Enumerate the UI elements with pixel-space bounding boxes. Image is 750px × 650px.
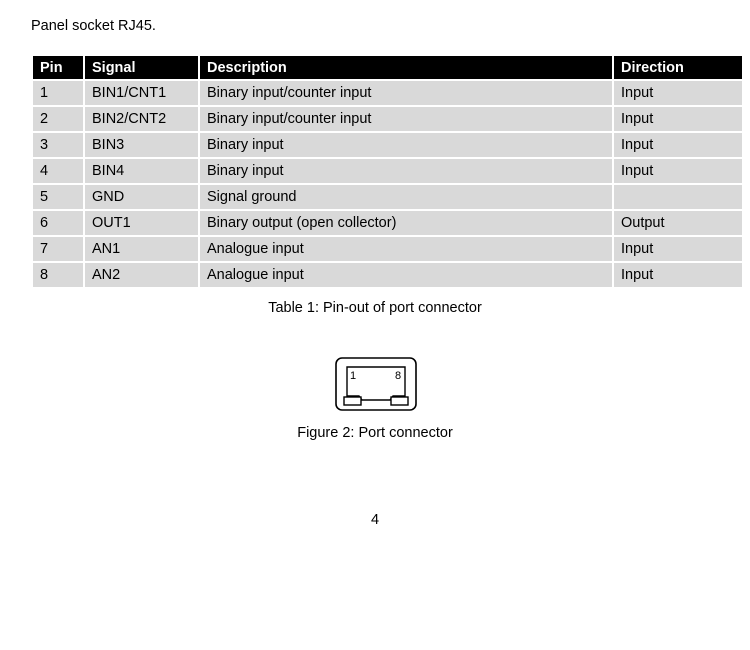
table-row: 2 BIN2/CNT2 Binary input/counter input I… xyxy=(33,107,742,131)
column-header-description: Description xyxy=(200,56,612,79)
cell-description: Analogue input xyxy=(200,237,612,261)
cell-signal: BIN4 xyxy=(85,159,198,183)
table-row: 4 BIN4 Binary input Input xyxy=(33,159,742,183)
cell-direction: Input xyxy=(614,237,742,261)
cell-pin: 6 xyxy=(33,211,83,235)
table-caption: Table 1: Pin-out of port connector xyxy=(268,300,482,316)
pinout-table: Pin Signal Description Direction 1 BIN1/… xyxy=(31,54,744,289)
rj45-socket-icon: 1 8 xyxy=(335,357,417,411)
intro-text: Panel socket RJ45. xyxy=(31,18,156,34)
table-row: 1 BIN1/CNT1 Binary input/counter input I… xyxy=(33,81,742,105)
page-number: 4 xyxy=(370,512,380,528)
cell-signal: AN1 xyxy=(85,237,198,261)
table-row: 7 AN1 Analogue input Input xyxy=(33,237,742,261)
cell-direction: Input xyxy=(614,107,742,131)
table-row: 8 AN2 Analogue input Input xyxy=(33,263,742,287)
table-header: Pin Signal Description Direction xyxy=(33,56,742,79)
table-body: 1 BIN1/CNT1 Binary input/counter input I… xyxy=(33,81,742,287)
cell-signal: BIN1/CNT1 xyxy=(85,81,198,105)
pin-label-left: 1 xyxy=(350,370,356,382)
cell-pin: 3 xyxy=(33,133,83,157)
cell-pin: 7 xyxy=(33,237,83,261)
cell-pin: 5 xyxy=(33,185,83,209)
cell-direction: Input xyxy=(614,159,742,183)
cell-signal: AN2 xyxy=(85,263,198,287)
table-row: 5 GND Signal ground xyxy=(33,185,742,209)
cell-pin: 1 xyxy=(33,81,83,105)
cell-description: Binary input xyxy=(200,133,612,157)
cell-direction: Input xyxy=(614,263,742,287)
table-row: 3 BIN3 Binary input Input xyxy=(33,133,742,157)
column-header-signal: Signal xyxy=(85,56,198,79)
cell-description: Binary output (open collector) xyxy=(200,211,612,235)
column-header-pin: Pin xyxy=(33,56,83,79)
pin-label-right: 8 xyxy=(395,370,401,382)
cell-signal: BIN3 xyxy=(85,133,198,157)
cell-pin: 8 xyxy=(33,263,83,287)
cell-description: Signal ground xyxy=(200,185,612,209)
table-header-row: Pin Signal Description Direction xyxy=(33,56,742,79)
cell-description: Analogue input xyxy=(200,263,612,287)
cell-description: Binary input xyxy=(200,159,612,183)
cell-direction: Input xyxy=(614,81,742,105)
cell-description: Binary input/counter input xyxy=(200,81,612,105)
cell-description: Binary input/counter input xyxy=(200,107,612,131)
cell-signal: OUT1 xyxy=(85,211,198,235)
cell-pin: 4 xyxy=(33,159,83,183)
cell-signal: BIN2/CNT2 xyxy=(85,107,198,131)
cell-direction: Output xyxy=(614,211,742,235)
column-header-direction: Direction xyxy=(614,56,742,79)
figure-caption: Figure 2: Port connector xyxy=(297,425,453,441)
cell-direction: Input xyxy=(614,133,742,157)
table-row: 6 OUT1 Binary output (open collector) Ou… xyxy=(33,211,742,235)
cell-pin: 2 xyxy=(33,107,83,131)
cell-signal: GND xyxy=(85,185,198,209)
cell-direction xyxy=(614,185,742,209)
